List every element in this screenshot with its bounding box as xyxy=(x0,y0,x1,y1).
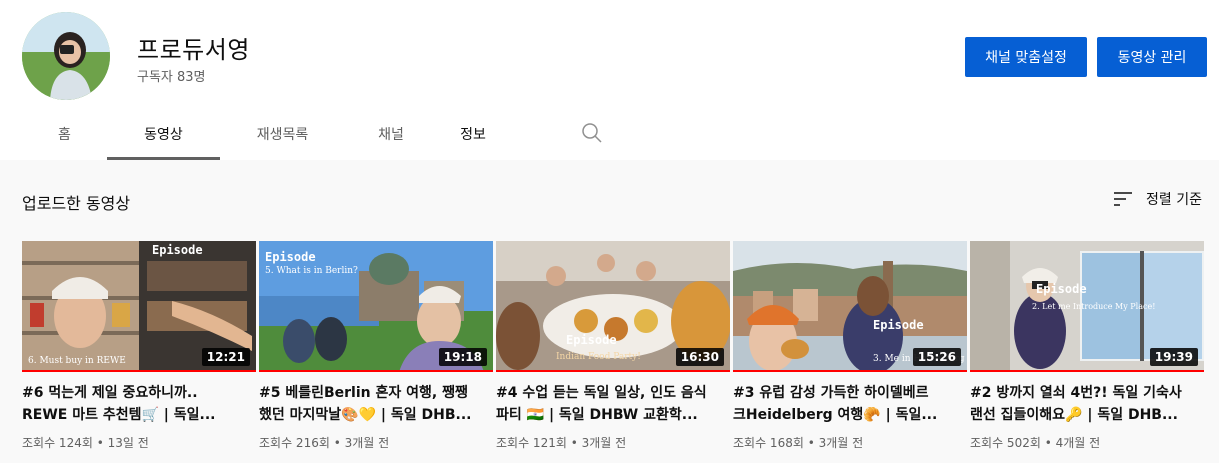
video-card: 6. Must buy in REWE Episode 12:21 #6 먹는게… xyxy=(22,241,256,451)
video-card: Indian Food Party! Episode 16:30 #4 수업 듣… xyxy=(496,241,730,451)
video-title-line2: 크Heidelberg 여행🥐 | 독일... xyxy=(733,407,938,423)
search-icon[interactable] xyxy=(580,121,604,145)
episode-watermark: Episode xyxy=(265,250,316,264)
video-duration: 19:39 xyxy=(1149,348,1198,366)
video-thumbnail[interactable]: 2. Let me Introduce My Place! Episode 19… xyxy=(970,241,1204,372)
video-thumbnail[interactable]: Indian Food Party! Episode 16:30 xyxy=(496,241,730,372)
tab-home[interactable]: 홈 xyxy=(22,108,107,160)
video-title[interactable]: #4 수업 듣는 독일 일상, 인도 음식 파티 🇮🇳 | 독일 DHBW 교환… xyxy=(496,382,730,426)
video-meta: 조회수 502회 • 4개월 전 xyxy=(970,436,1101,450)
tab-channels[interactable]: 채널 xyxy=(345,108,437,160)
episode-watermark: Episode xyxy=(566,333,617,347)
sort-icon xyxy=(1114,192,1132,206)
video-duration: 16:30 xyxy=(675,348,724,366)
manage-videos-button[interactable]: 동영상 관리 xyxy=(1097,37,1207,77)
video-thumbnail[interactable]: 5. What is in Berlin? Episode 19:18 xyxy=(259,241,493,372)
episode-watermark: Episode xyxy=(873,318,924,332)
customize-channel-button[interactable]: 채널 맞춤설정 xyxy=(965,37,1087,77)
video-title-line2: 했던 마지막날🎨💛 | 독일 DHB... xyxy=(259,407,472,423)
video-title[interactable]: #5 베를린Berlin 혼자 여행, 쨍쨍 했던 마지막날🎨💛 | 독일 DH… xyxy=(259,382,493,426)
video-card: 3. Me in Heidelberg Episode 15:26 #3 유럽 … xyxy=(733,241,967,451)
video-title-line1: #6 먹는게 제일 중요하니까.. xyxy=(22,385,198,401)
video-meta: 조회수 121회 • 3개월 전 xyxy=(496,436,627,450)
sort-button[interactable]: 정렬 기준 xyxy=(1112,189,1202,209)
tab-videos[interactable]: 동영상 xyxy=(107,108,220,160)
video-meta: 조회수 168회 • 3개월 전 xyxy=(733,436,864,450)
video-title-line2: 랜선 집들이해요🔑 | 독일 DHB... xyxy=(970,407,1178,423)
video-title[interactable]: #2 방까지 열쇠 4번?! 독일 기숙사 랜선 집들이해요🔑 | 독일 DHB… xyxy=(970,382,1204,426)
tab-about[interactable]: 정보 xyxy=(437,108,509,160)
section-title: 업로드한 동영상 xyxy=(22,194,131,213)
video-title-line1: #2 방까지 열쇠 4번?! 독일 기숙사 xyxy=(970,385,1182,401)
video-title-line1: #4 수업 듣는 독일 일상, 인도 음식 xyxy=(496,385,707,401)
video-card: 5. What is in Berlin? Episode 19:18 #5 베… xyxy=(259,241,493,451)
episode-watermark: Episode xyxy=(152,243,203,257)
episode-watermark: Episode xyxy=(1036,282,1087,296)
video-meta: 조회수 124회 • 13일 전 xyxy=(22,436,149,450)
channel-name: 프로듀서영 xyxy=(137,36,250,64)
thumbnail-caption: 5. What is in Berlin? xyxy=(265,266,358,276)
thumbnail-caption: Indian Food Party! xyxy=(556,352,641,362)
thumbnail-caption: 2. Let me Introduce My Place! xyxy=(1032,302,1155,311)
channel-tabs: 홈 동영상 재생목록 채널 정보 xyxy=(22,108,509,160)
video-duration: 15:26 xyxy=(912,348,961,366)
thumbnail-caption: 6. Must buy in REWE xyxy=(28,356,126,366)
subscriber-count: 구독자 83명 xyxy=(137,70,206,85)
video-title-line2: REWE 마트 추천템🛒 | 독일... xyxy=(22,407,216,423)
video-thumbnail[interactable]: 6. Must buy in REWE Episode 12:21 xyxy=(22,241,256,372)
video-meta: 조회수 216회 • 3개월 전 xyxy=(259,436,390,450)
video-title[interactable]: #6 먹는게 제일 중요하니까.. REWE 마트 추천템🛒 | 독일... xyxy=(22,382,256,426)
video-card: 2. Let me Introduce My Place! Episode 19… xyxy=(970,241,1204,451)
video-title[interactable]: #3 유럽 감성 가득한 하이델베르 크Heidelberg 여행🥐 | 독일.… xyxy=(733,382,967,426)
video-thumbnail[interactable]: 3. Me in Heidelberg Episode 15:26 xyxy=(733,241,967,372)
video-duration: 12:21 xyxy=(201,348,250,366)
video-duration: 19:18 xyxy=(438,348,487,366)
tab-playlists[interactable]: 재생목록 xyxy=(220,108,345,160)
video-title-line1: #3 유럽 감성 가득한 하이델베르 xyxy=(733,385,929,401)
video-title-line1: #5 베를린Berlin 혼자 여행, 쨍쨍 xyxy=(259,385,468,401)
channel-avatar[interactable] xyxy=(22,12,110,100)
video-title-line2: 파티 🇮🇳 | 독일 DHBW 교환학... xyxy=(496,407,698,423)
sort-label: 정렬 기준 xyxy=(1146,192,1202,208)
